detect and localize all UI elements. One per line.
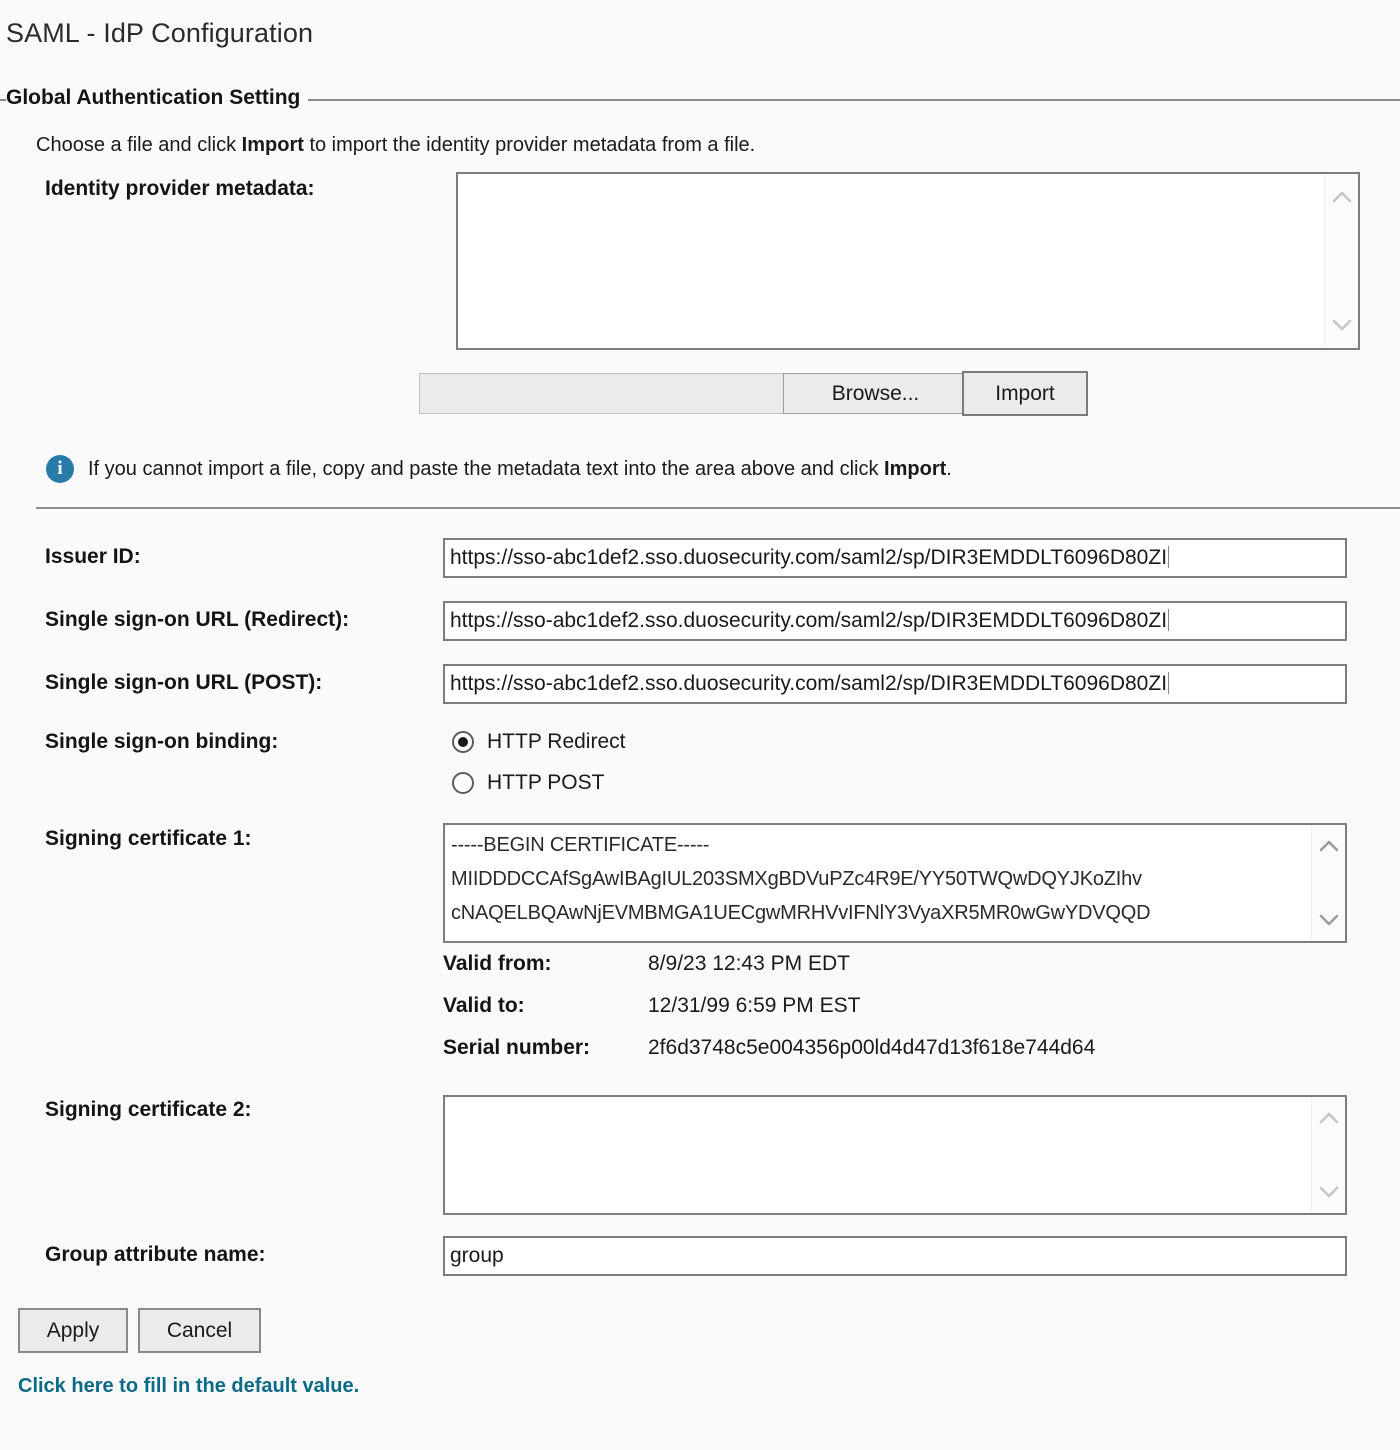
- radio-http-post-label: HTTP POST: [487, 771, 605, 794]
- chevron-up-icon[interactable]: [1331, 190, 1353, 204]
- signing-certificate-2-textarea[interactable]: [443, 1095, 1347, 1215]
- radio-http-redirect-label: HTTP Redirect: [487, 730, 626, 753]
- browse-button[interactable]: Browse...: [783, 373, 968, 414]
- info-text-after: .: [946, 457, 952, 480]
- cert-line: MIIDDDCCAfSgAwIBAgIUL203SMXgBDVuPZc4R9E/…: [451, 868, 1142, 890]
- text-caret: [1168, 546, 1170, 568]
- fill-default-value-link[interactable]: Click here to fill in the default value.: [18, 1375, 359, 1398]
- valid-to-value: 12/31/99 6:59 PM EST: [648, 994, 861, 1017]
- valid-from-value: 8/9/23 12:43 PM EDT: [648, 952, 850, 975]
- issuer-id-label: Issuer ID:: [45, 545, 141, 568]
- intro-text-bold: Import: [241, 134, 304, 156]
- text-caret: [1168, 609, 1170, 631]
- signing-certificate-1-textarea[interactable]: -----BEGIN CERTIFICATE----- MIIDDDCCAfSg…: [443, 823, 1347, 943]
- chevron-down-icon[interactable]: [1318, 913, 1340, 927]
- sso-url-redirect-input[interactable]: https://sso-abc1def2.sso.duosecurity.com…: [443, 601, 1347, 641]
- text-caret: [1168, 672, 1170, 694]
- group-attribute-name-label: Group attribute name:: [45, 1243, 266, 1266]
- serial-number-value: 2f6d3748c5e004356p00ld4d47d13f618e744d64: [648, 1036, 1096, 1059]
- signing-certificate-1-label: Signing certificate 1:: [45, 827, 252, 850]
- identity-provider-metadata-textarea[interactable]: [456, 172, 1360, 350]
- chevron-up-icon[interactable]: [1318, 839, 1340, 853]
- valid-to-label: Valid to:: [443, 994, 525, 1017]
- saml-idp-configuration-page: SAML - IdP Configuration Global Authenti…: [0, 0, 1400, 1450]
- import-instructions: Choose a file and click Import to import…: [36, 134, 755, 157]
- serial-number-label: Serial number:: [443, 1036, 591, 1059]
- sso-binding-label: Single sign-on binding:: [45, 730, 279, 753]
- radio-option-http-post[interactable]: HTTP POST: [452, 771, 604, 795]
- issuer-id-value: https://sso-abc1def2.sso.duosecurity.com…: [450, 546, 1168, 569]
- group-attribute-name-input[interactable]: group: [443, 1236, 1347, 1276]
- issuer-id-input[interactable]: https://sso-abc1def2.sso.duosecurity.com…: [443, 538, 1347, 578]
- signing-certificate-1-content: -----BEGIN CERTIFICATE----- MIIDDDCCAfSg…: [451, 828, 1297, 930]
- sso-url-post-value: https://sso-abc1def2.sso.duosecurity.com…: [450, 672, 1168, 695]
- radio-http-post-icon[interactable]: [452, 772, 474, 794]
- cert-line: cNAQELBQAwNjEVMBMGA1UECgwMRHVvIFNlY3VyaX…: [451, 902, 1151, 924]
- radio-option-http-redirect[interactable]: HTTP Redirect: [452, 730, 625, 754]
- import-button[interactable]: Import: [962, 371, 1088, 416]
- file-path-input[interactable]: [419, 373, 784, 414]
- certificate-detail-row: Serial number: 2f6d3748c5e004356p00ld4d4…: [443, 1036, 1095, 1078]
- valid-from-label: Valid from:: [443, 952, 552, 975]
- certificate-detail-row: Valid to: 12/31/99 6:59 PM EST: [443, 994, 1095, 1036]
- certificate-detail-row: Valid from: 8/9/23 12:43 PM EDT: [443, 952, 1095, 994]
- apply-button[interactable]: Apply: [18, 1308, 128, 1353]
- signing-certificate-2-label: Signing certificate 2:: [45, 1098, 252, 1121]
- radio-http-redirect-icon[interactable]: [452, 731, 474, 753]
- chevron-down-icon[interactable]: [1331, 318, 1353, 332]
- signing-certificate-1-scrollbar[interactable]: [1311, 825, 1345, 941]
- sso-url-post-input[interactable]: https://sso-abc1def2.sso.duosecurity.com…: [443, 664, 1347, 704]
- sso-url-redirect-label: Single sign-on URL (Redirect):: [45, 608, 350, 631]
- page-title: SAML - IdP Configuration: [6, 18, 314, 48]
- info-icon: i: [46, 455, 74, 483]
- fieldset-legend-global-authentication-setting: Global Authentication Setting: [6, 86, 309, 110]
- info-text-before: If you cannot import a file, copy and pa…: [88, 457, 885, 480]
- chevron-down-icon[interactable]: [1318, 1185, 1340, 1199]
- sso-url-post-label: Single sign-on URL (POST):: [45, 671, 323, 694]
- certificate-details: Valid from: 8/9/23 12:43 PM EDT Valid to…: [443, 952, 1095, 1078]
- intro-text-before: Choose a file and click: [36, 134, 242, 156]
- cert-line: -----BEGIN CERTIFICATE-----: [451, 834, 710, 856]
- sso-url-redirect-value: https://sso-abc1def2.sso.duosecurity.com…: [450, 609, 1168, 632]
- chevron-up-icon[interactable]: [1318, 1111, 1340, 1125]
- section-divider: [36, 507, 1400, 509]
- info-note-text: If you cannot import a file, copy and pa…: [88, 458, 952, 481]
- info-note: i If you cannot import a file, copy and …: [46, 455, 952, 483]
- signing-certificate-2-scrollbar[interactable]: [1311, 1097, 1345, 1213]
- intro-text-after: to import the identity provider metadata…: [303, 134, 756, 156]
- identity-provider-metadata-label: Identity provider metadata:: [45, 177, 315, 200]
- cancel-button[interactable]: Cancel: [138, 1308, 261, 1353]
- info-text-bold: Import: [884, 457, 947, 480]
- metadata-scrollbar[interactable]: [1324, 174, 1358, 348]
